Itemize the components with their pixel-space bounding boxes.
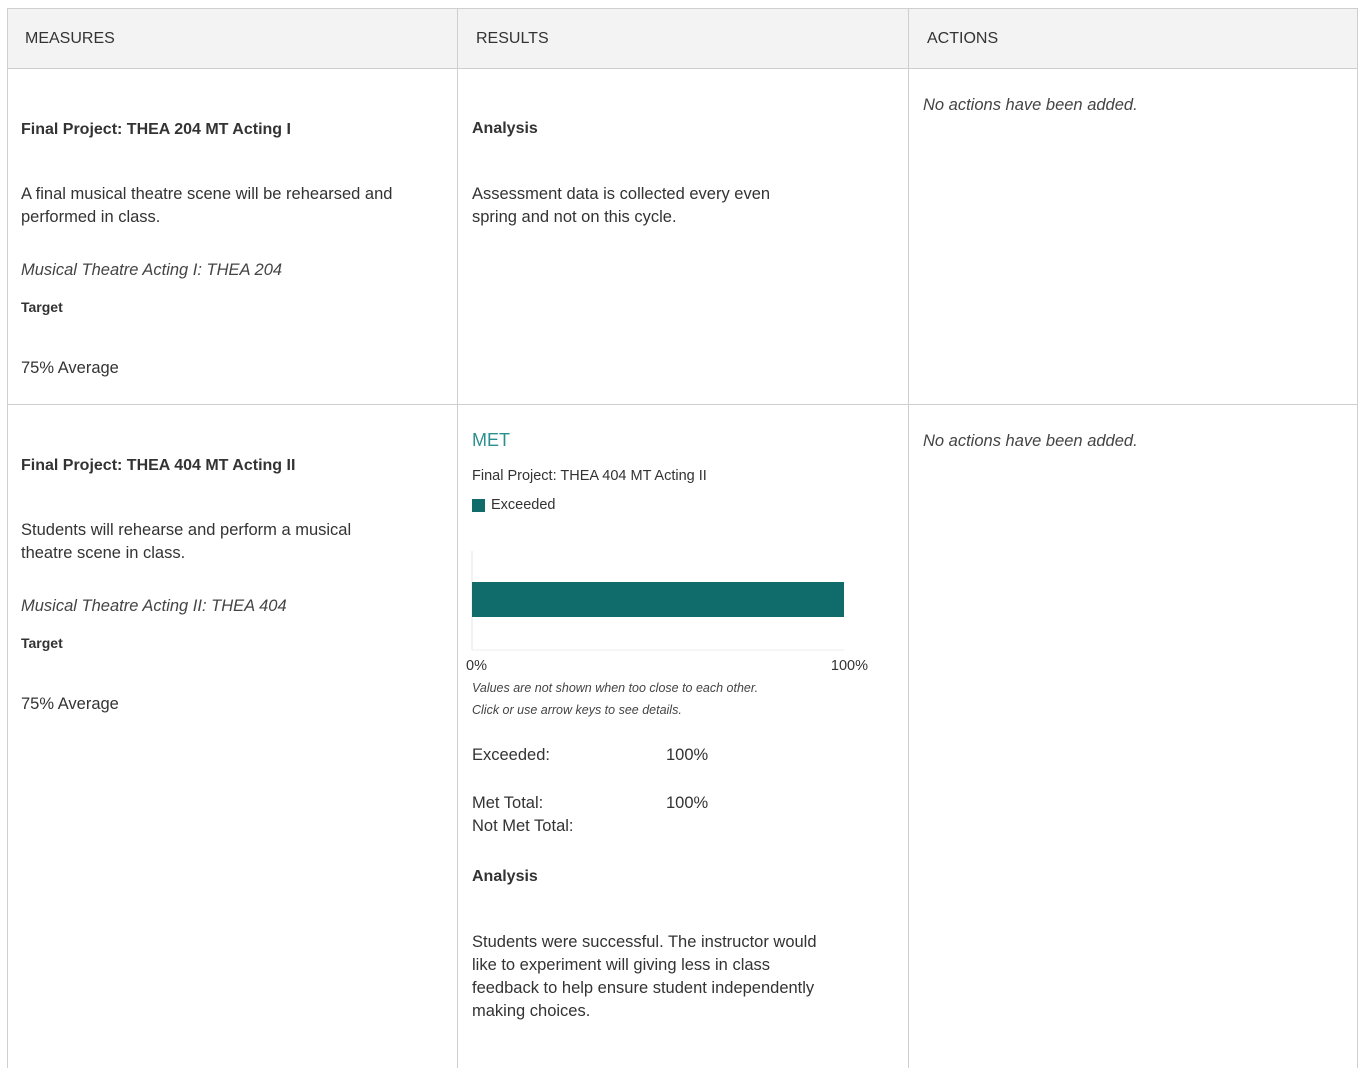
measure-description-line: theatre scene in class.	[21, 544, 186, 562]
analysis-label: Analysis	[472, 120, 538, 137]
column-divider	[908, 9, 909, 1068]
measure-course: Musical Theatre Acting I: THEA 204	[21, 261, 283, 279]
analysis-line: like to experiment will giving less in c…	[472, 956, 771, 974]
stat-exceeded-value: 100%	[666, 746, 709, 764]
measure-description-line: performed in class.	[21, 208, 161, 226]
measure-description-line: Students will rehearse and perform a mus…	[21, 521, 352, 539]
legend-label: Exceeded	[491, 497, 556, 513]
target-label: Target	[21, 635, 63, 651]
stat-met-total-value: 100%	[666, 794, 709, 812]
chart-note-line: Values are not shown when too close to e…	[472, 681, 759, 695]
actions-empty-text: No actions have been added.	[923, 432, 1138, 450]
analysis-line: making choices.	[472, 1002, 591, 1020]
analysis-text: Students were successful. The instructor…	[472, 931, 817, 1023]
chart-note-line: Click or use arrow keys to see details.	[472, 703, 682, 717]
analysis-text: Assessment data is collected every even …	[472, 183, 770, 229]
chart-legend[interactable]: Exceeded	[472, 497, 556, 513]
analysis-line: feedback to help ensure student independ…	[472, 979, 815, 997]
bar-exceeded[interactable]	[472, 582, 844, 617]
x-tick-label: 100%	[831, 658, 868, 674]
status-badge: MET	[472, 430, 510, 450]
actions-empty-text: No actions have been added.	[923, 96, 1138, 114]
measure-title: Final Project: THEA 204 MT Acting I	[21, 121, 291, 138]
chart-note: Values are not shown when too close to e…	[472, 677, 758, 721]
stat-met-total-label: Met Total:	[472, 794, 544, 812]
analysis-line: Students were successful. The instructor…	[472, 933, 817, 951]
target-value: 75% Average	[21, 695, 119, 713]
column-header-measures[interactable]: MEASURES	[8, 9, 458, 68]
measure-description-line: A final musical theatre scene will be re…	[21, 185, 393, 203]
stat-not-met-total-label: Not Met Total:	[472, 817, 574, 835]
analysis-label: Analysis	[472, 868, 538, 885]
column-header-actions[interactable]: ACTIONS	[910, 9, 1360, 68]
analysis-line: Assessment data is collected every even	[472, 185, 771, 203]
bar-chart[interactable]: 0% 100%	[448, 534, 888, 674]
measure-description: A final musical theatre scene will be re…	[21, 183, 392, 229]
table-header: MEASURES RESULTS ACTIONS	[8, 9, 1357, 69]
x-tick-label: 0%	[466, 658, 487, 674]
legend-swatch	[472, 498, 485, 512]
column-header-results[interactable]: RESULTS	[459, 9, 909, 68]
measure-course: Musical Theatre Acting II: THEA 404	[21, 597, 287, 615]
stat-exceeded-label: Exceeded:	[472, 746, 550, 764]
measure-title: Final Project: THEA 404 MT Acting II	[21, 457, 296, 474]
row-divider	[8, 404, 1357, 405]
measure-description: Students will rehearse and perform a mus…	[21, 519, 351, 565]
analysis-line: spring and not on this cycle.	[472, 208, 677, 226]
target-label: Target	[21, 299, 63, 315]
chart-title: Final Project: THEA 404 MT Acting II	[472, 468, 707, 484]
assessment-table: MEASURES RESULTS ACTIONS Final Project: …	[7, 8, 1358, 1068]
target-value: 75% Average	[21, 359, 119, 377]
